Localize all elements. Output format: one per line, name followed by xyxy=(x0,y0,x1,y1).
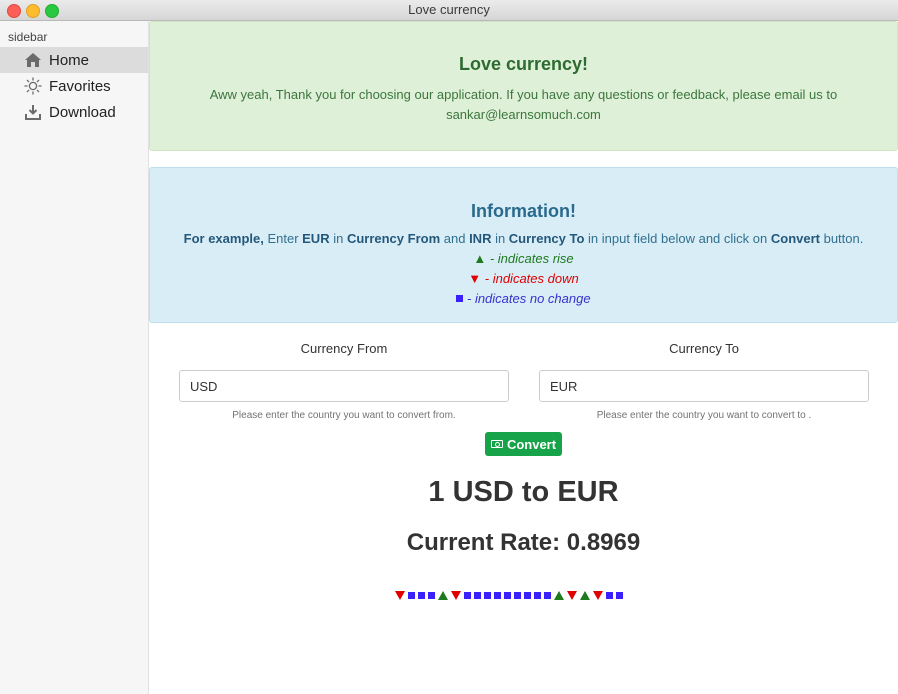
no-change-indicator-icon xyxy=(544,591,551,599)
no-change-indicator-icon xyxy=(484,591,491,599)
sidebar-item-label: Home xyxy=(49,51,90,69)
sidebar-item-favorites[interactable]: Favorites xyxy=(0,73,148,99)
rise-indicator-icon xyxy=(554,590,564,600)
example-lead: For example, xyxy=(183,231,264,246)
main-content: Love currency! Aww yeah, Thank you for c… xyxy=(149,21,898,694)
conversion-pair-heading: 1 USD to EUR xyxy=(428,476,619,508)
down-triangle-icon: ▼ xyxy=(468,271,482,286)
no-change-indicator-icon xyxy=(474,591,481,599)
no-change-indicator-icon xyxy=(534,591,541,599)
information-instructions: For example, Enter EUR in Currency From … xyxy=(150,229,897,249)
legend-rise-text: - indicates rise xyxy=(486,251,574,266)
instruction-text: button. xyxy=(819,231,864,246)
currency-from-group: Currency From Please enter the country y… xyxy=(179,341,509,421)
instruction-text: and xyxy=(440,231,470,246)
maximize-window-button[interactable] xyxy=(45,4,59,18)
sidebar-item-home[interactable]: Home xyxy=(0,47,148,73)
sidebar-item-label: Favorites xyxy=(49,77,111,95)
no-change-indicator-icon xyxy=(494,591,501,599)
legend-no-change: - indicates no change xyxy=(150,289,897,309)
information-title: Information! xyxy=(471,201,576,221)
rate-history-indicators xyxy=(395,589,626,601)
welcome-title: Love currency! xyxy=(458,54,589,74)
current-rate-heading: Current Rate: 0.8969 xyxy=(406,529,641,556)
currency-to-label: Currency To xyxy=(669,341,739,356)
rise-indicator-icon xyxy=(580,590,590,600)
no-change-indicator-icon xyxy=(464,591,471,599)
convert-button-label: Convert xyxy=(506,436,557,452)
instruction-text: in xyxy=(491,231,509,246)
legend-no-change-text: - indicates no change xyxy=(463,291,591,306)
no-change-indicator-icon xyxy=(504,591,511,599)
example-from-code: EUR xyxy=(302,231,330,246)
title-bar: Love currency xyxy=(0,0,898,21)
instruction-text: in input field below and click on xyxy=(584,231,771,246)
currency-to-help: Please enter the country you want to con… xyxy=(596,410,812,421)
convert-button[interactable]: Convert xyxy=(485,432,562,456)
sun-icon xyxy=(24,77,42,95)
sidebar-item-download[interactable]: Download xyxy=(0,99,148,125)
legend-rise: ▲ - indicates rise xyxy=(150,249,897,269)
no-change-indicator-icon xyxy=(514,591,521,599)
legend-down-text: - indicates down xyxy=(481,271,579,286)
rise-triangle-icon: ▲ xyxy=(473,251,487,266)
currency-from-help: Please enter the country you want to con… xyxy=(232,410,456,421)
no-change-indicator-icon xyxy=(606,591,613,599)
currency-to-group: Currency To Please enter the country you… xyxy=(539,341,869,421)
currency-to-input[interactable] xyxy=(539,370,869,402)
no-change-indicator-icon xyxy=(428,591,435,599)
no-change-indicator-icon xyxy=(616,591,623,599)
minimize-window-button[interactable] xyxy=(26,4,40,18)
down-indicator-icon xyxy=(451,590,461,600)
home-icon xyxy=(24,51,42,69)
money-icon xyxy=(490,440,503,448)
down-indicator-icon xyxy=(395,590,405,600)
example-to-code: INR xyxy=(469,231,492,246)
example-to-field: Currency To xyxy=(508,231,585,246)
instruction-text: in xyxy=(329,231,347,246)
window-title: Love currency xyxy=(408,2,490,17)
currency-from-label: Currency From xyxy=(300,341,388,356)
close-window-button[interactable] xyxy=(7,4,21,18)
example-button-name: Convert xyxy=(770,231,820,246)
no-change-indicator-icon xyxy=(418,591,425,599)
example-from-field: Currency From xyxy=(346,231,441,246)
download-icon xyxy=(24,103,42,121)
welcome-alert: Love currency! Aww yeah, Thank you for c… xyxy=(149,21,898,151)
welcome-message: Aww yeah, Thank you for choosing our app… xyxy=(209,87,838,122)
information-alert: Information! For example, Enter EUR in C… xyxy=(149,167,898,323)
sidebar-heading: sidebar xyxy=(8,30,48,44)
rise-indicator-icon xyxy=(438,590,448,600)
no-change-indicator-icon xyxy=(524,591,531,599)
down-indicator-icon xyxy=(593,590,603,600)
sidebar: sidebar Home Favorites Download xyxy=(0,21,149,694)
app-window: Love currency sidebar Home Favorites Dow… xyxy=(0,0,898,694)
no-change-indicator-icon xyxy=(408,591,415,599)
currency-from-input[interactable] xyxy=(179,370,509,402)
instruction-text: Enter xyxy=(263,231,303,246)
sidebar-item-label: Download xyxy=(49,103,116,121)
down-indicator-icon xyxy=(567,590,577,600)
legend-down: ▼ - indicates down xyxy=(150,269,897,289)
